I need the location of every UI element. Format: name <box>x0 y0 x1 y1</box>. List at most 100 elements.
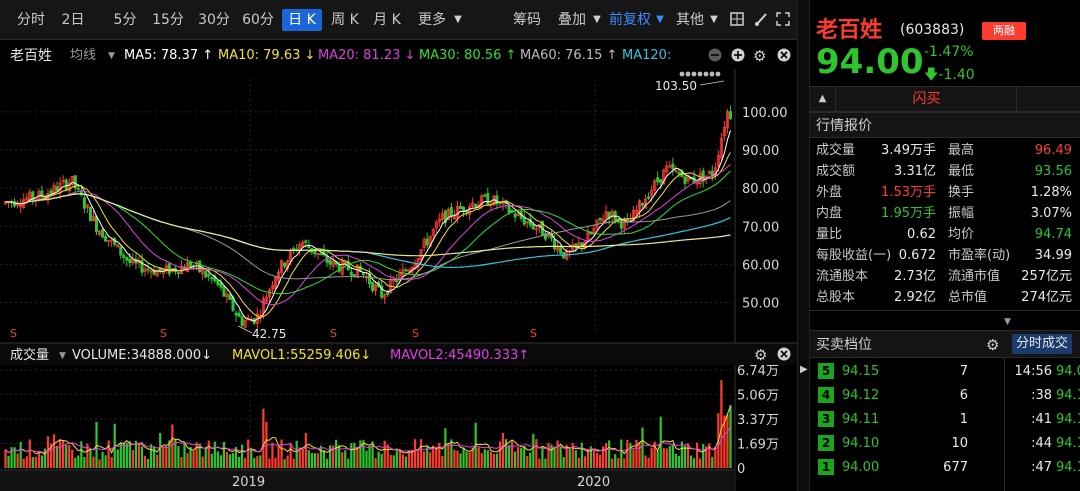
tab-daily-k[interactable]: 日 K <box>282 9 322 31</box>
tab-weekly-k[interactable]: 周 K <box>328 9 362 31</box>
quote-label: 换手 <box>948 185 975 200</box>
chevron-down-icon[interactable]: ▼ <box>450 12 466 28</box>
level-number-badge: 1 <box>818 459 834 475</box>
quote-panel: 老百姓 (603883) 两融 94.00 -1.47% 🡇-1.40 ▲ 闪买… <box>810 0 1080 491</box>
quote-section-header: 行情报价 <box>810 112 1080 138</box>
chevron-down-icon[interactable]: ▼ <box>652 12 668 28</box>
gear-icon[interactable]: ⚙ <box>753 47 766 65</box>
grid-layout-icon[interactable] <box>729 12 745 28</box>
volume-tick-label: 3.37万 <box>737 413 779 428</box>
signal-s-marker: S <box>530 327 537 340</box>
ma10-label: MA10: 79.63 ↓ <box>218 48 315 63</box>
quote-label: 成交量 <box>816 143 856 158</box>
level-price[interactable]: 94.15 <box>842 361 879 382</box>
ma5-label: MA5: 78.37 ↑ <box>124 48 213 63</box>
other-button[interactable]: 其他 <box>676 9 704 31</box>
quote-label: 总市值 <box>948 290 988 305</box>
gear-icon[interactable]: ⚙ <box>754 346 767 364</box>
quote-value: 3.07% <box>1030 206 1072 221</box>
chevron-right-icon[interactable]: ▶ <box>800 364 808 375</box>
arrow-down-icon: 🡇 <box>924 67 939 83</box>
low-price-label: 42.75 <box>252 327 286 341</box>
level-number-badge: 2 <box>818 435 834 451</box>
level-price[interactable]: 94.10 <box>842 433 879 454</box>
quote-label: 总股本 <box>816 290 856 305</box>
quote-label: 振幅 <box>948 206 975 221</box>
quote-label: 最高 <box>948 143 975 158</box>
margin-badge[interactable]: 两融 <box>982 22 1026 40</box>
signal-s-marker: S <box>330 327 337 340</box>
ma120-label: MA120: <box>622 48 671 63</box>
collapse-icon[interactable]: ▲ <box>810 87 836 111</box>
quote-value: 94.74 <box>1034 227 1072 242</box>
quote-value: 1.53万手 <box>881 185 936 200</box>
fore-adjust-button[interactable]: 前复权 <box>609 9 651 31</box>
chevron-down-icon[interactable]: ▼ <box>59 351 66 361</box>
panel-splitter[interactable]: ▶ <box>797 0 810 491</box>
tab-more[interactable]: 更多 <box>416 9 448 31</box>
quote-value: 0.672 <box>898 248 936 263</box>
gear-icon[interactable]: ⚙ <box>986 331 999 359</box>
quote-value: 2.73亿 <box>894 269 936 284</box>
level-price[interactable]: 94.12 <box>842 385 879 406</box>
volume-tick-label: 0 <box>737 462 745 477</box>
chevron-down-icon[interactable]: ▼ <box>589 12 605 28</box>
price-tick-label: 90.00 <box>742 144 779 159</box>
orderbook-header: 买卖档位 ⚙ 分时成交 <box>810 330 1080 358</box>
quote-value: 274亿元 <box>1021 290 1072 305</box>
orderbook-title: 买卖档位 <box>816 337 872 353</box>
ma60-label: MA60: 76.15 ↑ <box>520 48 617 63</box>
quote-label: 每股收益(一) <box>816 248 892 263</box>
flash-buy-button[interactable]: 闪买 <box>837 87 1017 111</box>
price-tick-label: 60.00 <box>742 258 779 273</box>
x-axis-year-label: 2020 <box>577 475 610 490</box>
tick-time: :44 <box>1031 436 1052 451</box>
tab-30min[interactable]: 30分 <box>196 9 232 31</box>
level-price[interactable]: 94.11 <box>842 409 879 430</box>
tick-trades-tab[interactable]: 分时成交 <box>1012 334 1073 354</box>
tab-monthly-k[interactable]: 月 K <box>370 9 404 31</box>
tick-price: 94.1 <box>1056 460 1080 475</box>
level-price[interactable]: 94.00 <box>842 457 879 478</box>
chips-button[interactable]: 筹码 <box>513 9 541 31</box>
price-tick-label: 80.00 <box>742 182 779 197</box>
tab-5min[interactable]: 5分 <box>110 9 140 31</box>
quote-label: 内盘 <box>816 206 843 221</box>
kline-chart[interactable]: 老百姓 均线 ▼ MA5: 78.37 ↑ MA10: 79.63 ↓ MA20… <box>0 41 797 491</box>
quote-label: 成交额 <box>816 164 856 179</box>
signal-s-marker: S <box>160 327 167 340</box>
tick-time: 14:56 <box>1014 364 1052 379</box>
tick-price: 94.1 <box>1056 412 1080 427</box>
quote-stock-code: (603883) <box>900 22 965 38</box>
level-volume: 6 <box>959 388 968 403</box>
tab-2day[interactable]: 2日 <box>58 9 88 31</box>
period-toolbar: 分时 2日 5分 15分 30分 60分 日 K 周 K 月 K 更多 ▼ 筹码… <box>0 0 797 40</box>
quote-value: 93.56 <box>1034 164 1072 179</box>
tick-time: :38 <box>1031 388 1052 403</box>
chevron-down-icon[interactable]: ▼ <box>1004 317 1011 327</box>
level-volume: 10 <box>951 436 968 451</box>
expand-icon[interactable] <box>775 12 791 28</box>
quote-value: 257亿元 <box>1021 269 1072 284</box>
quote-pct-change: -1.47% <box>924 44 974 60</box>
quote-change-value: -1.40 <box>938 67 975 83</box>
mavol1-label: MAVOL1:55259.406↓ <box>232 348 371 363</box>
quote-label: 外盘 <box>816 185 843 200</box>
signal-s-marker: S <box>10 327 17 340</box>
quote-value: 3.49万手 <box>881 143 936 158</box>
quote-value: 34.99 <box>1034 248 1072 263</box>
chevron-down-icon[interactable]: ▼ <box>706 12 722 28</box>
level-volume: 677 <box>943 460 968 475</box>
tab-fenshi[interactable]: 分时 <box>14 9 48 31</box>
tab-15min[interactable]: 15分 <box>150 9 186 31</box>
price-tick-label: 100.00 <box>742 106 788 121</box>
ma20-label: MA20: 81.23 ↓ <box>318 48 415 63</box>
quote-label: 市盈率(动) <box>948 248 1011 263</box>
chevron-down-icon[interactable]: ▼ <box>108 51 115 61</box>
brush-icon[interactable] <box>753 12 769 28</box>
overlay-button[interactable]: 叠加 <box>558 9 586 31</box>
tab-60min[interactable]: 60分 <box>240 9 276 31</box>
level-number-badge: 5 <box>818 363 834 379</box>
volume-title: 成交量 <box>10 347 49 363</box>
ma-mode-dropdown[interactable]: 均线 <box>70 48 96 63</box>
